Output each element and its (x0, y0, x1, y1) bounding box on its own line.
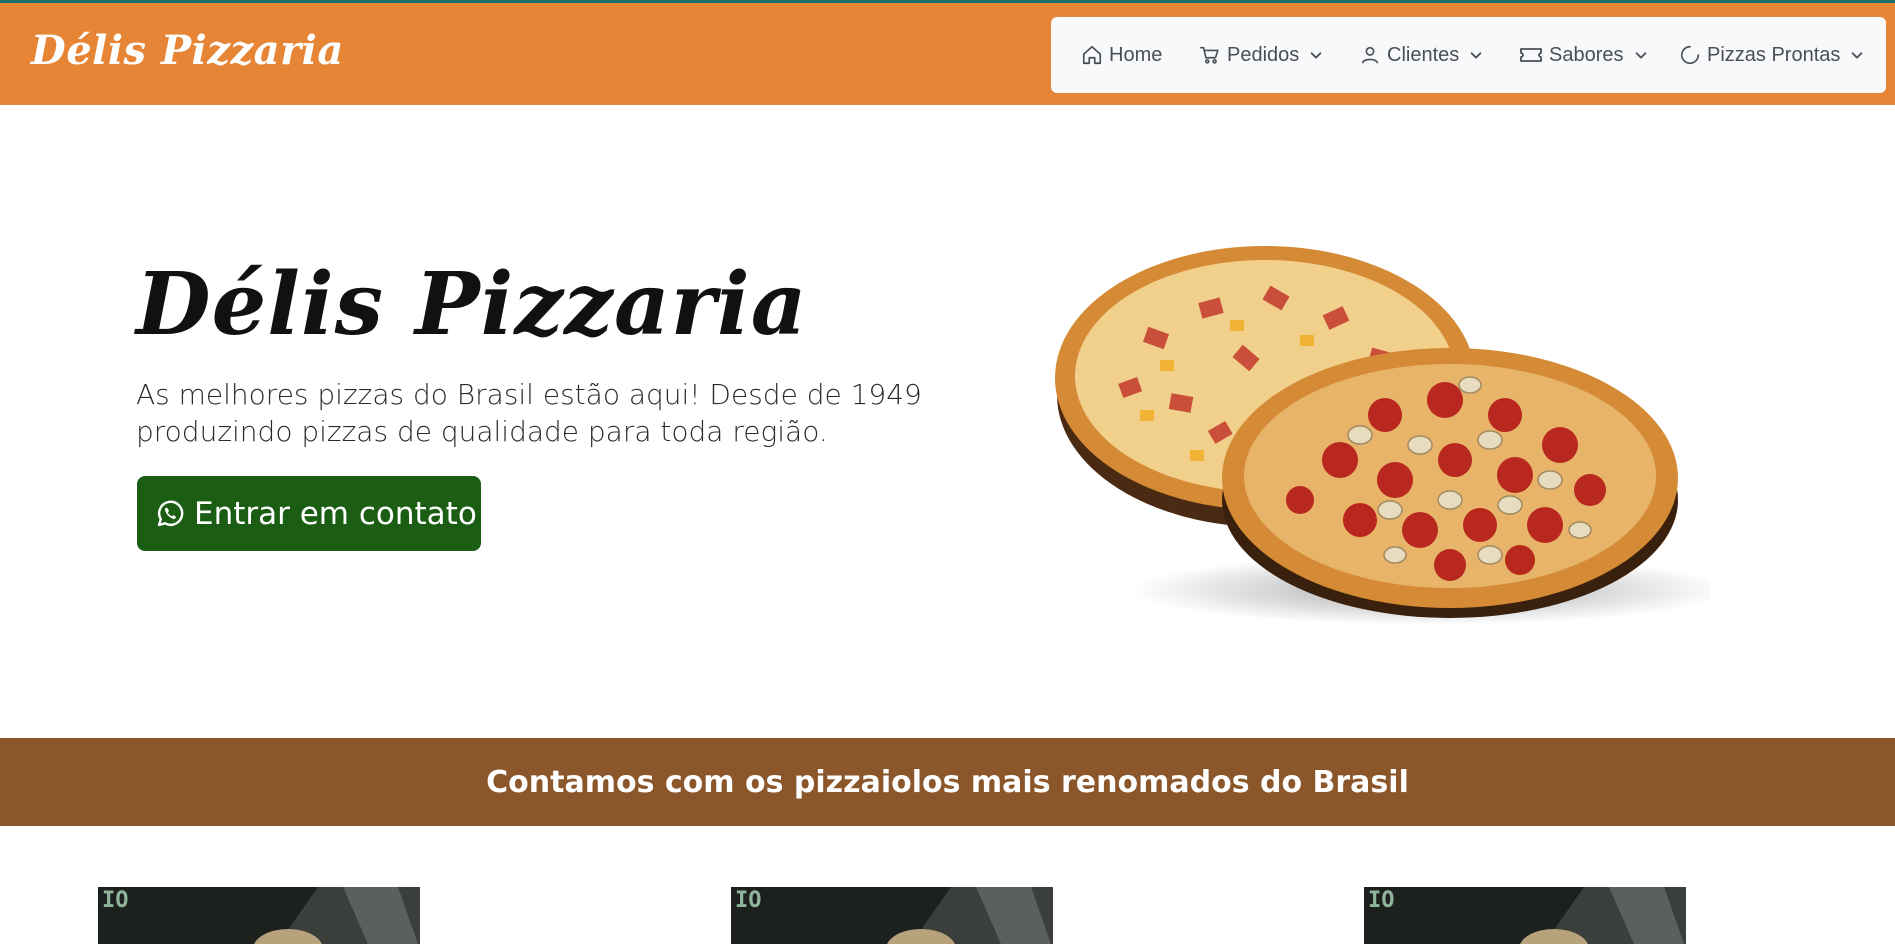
nav-label-clientes: Clientes (1387, 43, 1460, 66)
nav-item-clientes[interactable]: Clientes (1359, 17, 1483, 93)
nav-label-sabores: Sabores (1549, 43, 1624, 66)
spinner-icon (1680, 45, 1700, 65)
brand-logo[interactable]: Délis Pizzaria (31, 27, 344, 74)
nav-label-pizzas-prontas: Pizzas Prontas (1707, 43, 1841, 66)
main-nav: Home Pedidos Clientes Sabores Pizzas Pro… (1051, 17, 1886, 93)
pizzaiolo-photo: IO (98, 887, 420, 944)
ticket-icon (1520, 48, 1542, 62)
nav-item-pedidos[interactable]: Pedidos (1199, 17, 1323, 93)
pizzaiolo-photo: IO (731, 887, 1053, 944)
chevron-down-icon (1310, 52, 1322, 59)
contact-button[interactable]: Entrar em contato (137, 476, 481, 551)
nav-label-pedidos: Pedidos (1227, 43, 1300, 66)
nav-item-sabores[interactable]: Sabores (1519, 17, 1648, 93)
contact-button-label: Entrar em contato (194, 495, 477, 532)
hero-title: Délis Pizzaria (136, 254, 808, 355)
chevron-down-icon (1470, 52, 1482, 59)
whatsapp-icon (157, 500, 184, 526)
pizzaiolos-banner: Contamos com os pizzaiolos mais renomado… (0, 738, 1895, 826)
site-header: Délis Pizzaria Home Pedidos Clientes Sab… (0, 3, 1895, 105)
nav-item-pizzas-prontas[interactable]: Pizzas Prontas (1679, 17, 1864, 93)
nav-item-home[interactable]: Home (1081, 17, 1162, 93)
home-icon (1082, 45, 1102, 65)
svg-text:IO: IO (735, 888, 762, 913)
svg-text:IO: IO (102, 888, 129, 913)
hero-description: As melhores pizzas do Brasil estão aqui!… (136, 378, 922, 448)
banner-text: Contamos com os pizzaiolos mais renomado… (486, 764, 1409, 800)
nav-label-home: Home (1109, 43, 1163, 66)
pizzaiolo-photo: IO (1364, 887, 1686, 944)
svg-text:IO: IO (1368, 888, 1395, 913)
user-icon (1361, 46, 1379, 64)
chevron-down-icon (1635, 52, 1646, 59)
pizza-image (1055, 246, 1710, 625)
cart-icon (1200, 46, 1219, 64)
chevron-down-icon (1852, 52, 1863, 59)
